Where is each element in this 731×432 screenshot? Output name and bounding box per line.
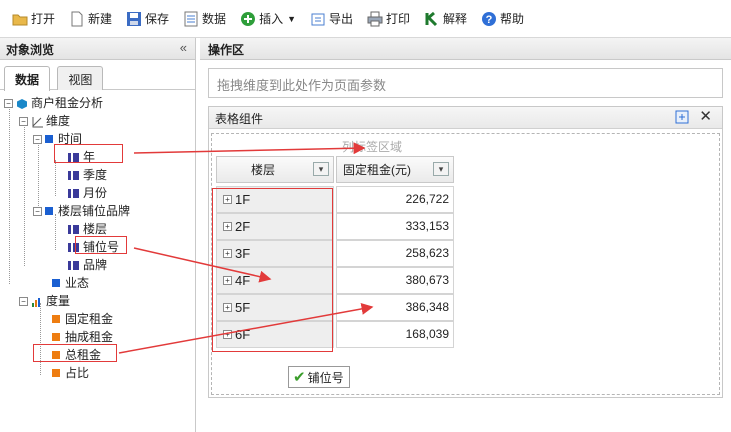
dimension-marker-icon [45, 135, 53, 143]
tab-view[interactable]: 视图 [57, 66, 104, 90]
filter-icon[interactable]: ▾ [313, 162, 329, 176]
folder-icon [12, 11, 28, 27]
save-button[interactable]: 保存 [122, 6, 173, 32]
object-browser-header: 对象浏览 « [0, 38, 195, 60]
tree-ratio[interactable]: 占比 [52, 364, 89, 382]
insert-button[interactable]: 插入 ▼ [236, 6, 300, 32]
help-icon: ? [481, 11, 497, 27]
collapse-toggle-icon[interactable]: − [33, 206, 42, 216]
open-button[interactable]: 打开 [8, 6, 59, 32]
collapse-toggle-icon[interactable]: − [19, 296, 28, 306]
data-sheet-icon [183, 11, 199, 27]
highlight-row-area [212, 188, 333, 352]
filter-icon[interactable]: ▾ [433, 162, 449, 176]
row-header-floor[interactable]: 楼层 ▾ [216, 156, 334, 183]
left-tabs: 数据 视图 [0, 60, 195, 91]
measure-marker-icon [52, 333, 60, 341]
tree-measures[interactable]: − 度量 [19, 292, 70, 310]
toolbar: 打开 新建 保存 数据 插入 ▼ 导出 打印 解释 ? 帮助 [0, 0, 731, 38]
cell-fixed-rent: 380,673 [336, 267, 454, 294]
cell-fixed-rent: 386,348 [336, 294, 454, 321]
tree-floor-shop-brand[interactable]: − 楼层铺位品牌 [33, 202, 130, 220]
data-button[interactable]: 数据 [179, 6, 230, 32]
level-icon [68, 260, 79, 270]
level-icon [68, 170, 79, 180]
tree-dimensions[interactable]: − 维度 [19, 112, 70, 130]
measure-marker-icon [52, 369, 60, 377]
help-button[interactable]: ? 帮助 [477, 6, 528, 32]
explain-k-icon [424, 11, 440, 27]
print-button[interactable]: 打印 [363, 6, 414, 32]
export-button[interactable]: 导出 [306, 6, 357, 32]
column-label-zone[interactable]: 列标签区域 [342, 138, 402, 155]
object-browser-panel: 对象浏览 « 数据 视图 − 商户租金分析 − 维度 − 时间 年 季度 月份 … [0, 38, 196, 432]
printer-icon [367, 11, 383, 27]
plus-icon [240, 11, 256, 27]
close-icon[interactable]: ✕ [699, 109, 712, 127]
tab-data[interactable]: 数据 [4, 66, 51, 91]
data-tree: − 商户租金分析 − 维度 − 时间 年 季度 月份 − 楼层铺位品牌 楼层 铺… [0, 90, 195, 420]
dimension-marker-icon [45, 207, 53, 215]
tree-fixed-rent[interactable]: 固定租金 [52, 310, 113, 328]
tree-brand[interactable]: 品牌 [68, 256, 107, 274]
explain-button[interactable]: 解释 [420, 6, 471, 32]
check-icon: ✔ [293, 369, 306, 386]
drag-preview-shop-no: ✔ 铺位号 [288, 366, 350, 388]
level-icon [68, 224, 79, 234]
tree-month[interactable]: 月份 [68, 184, 107, 202]
highlight-year [54, 144, 123, 163]
level-icon [68, 188, 79, 198]
table-component-header: 表格组件 ✕ [209, 107, 722, 129]
save-icon [126, 11, 142, 27]
highlight-total-rent [33, 344, 117, 362]
collapse-toggle-icon[interactable]: − [33, 134, 42, 144]
export-icon [310, 11, 326, 27]
tree-root[interactable]: − 商户租金分析 [4, 94, 103, 112]
collapse-toggle-icon[interactable]: − [4, 98, 13, 108]
tree-business[interactable]: 业态 [52, 274, 89, 292]
axis-icon [31, 115, 43, 128]
cell-fixed-rent: 226,722 [336, 186, 454, 213]
new-button[interactable]: 新建 [65, 6, 116, 32]
highlight-shop-no [75, 236, 127, 254]
page-parameter-dropzone[interactable]: 拖拽维度到此处作为页面参数 [208, 68, 723, 98]
collapse-icon[interactable]: « [180, 40, 187, 55]
cell-fixed-rent: 333,153 [336, 213, 454, 240]
column-header-fixed-rent[interactable]: 固定租金(元) ▾ [336, 156, 454, 183]
cell-fixed-rent: 258,623 [336, 240, 454, 267]
bar-chart-icon [31, 295, 43, 307]
work-area-header: 操作区 [200, 38, 731, 60]
chevron-down-icon: ▼ [287, 13, 296, 24]
collapse-toggle-icon[interactable]: − [19, 116, 28, 126]
new-file-icon [69, 11, 85, 27]
maximize-icon[interactable] [675, 110, 689, 127]
measure-marker-icon [52, 315, 60, 323]
svg-text:?: ? [486, 14, 493, 26]
cell-fixed-rent: 168,039 [336, 321, 454, 348]
tree-quarter[interactable]: 季度 [68, 166, 107, 184]
cube-icon [16, 97, 28, 109]
dimension-marker-icon [52, 279, 60, 287]
